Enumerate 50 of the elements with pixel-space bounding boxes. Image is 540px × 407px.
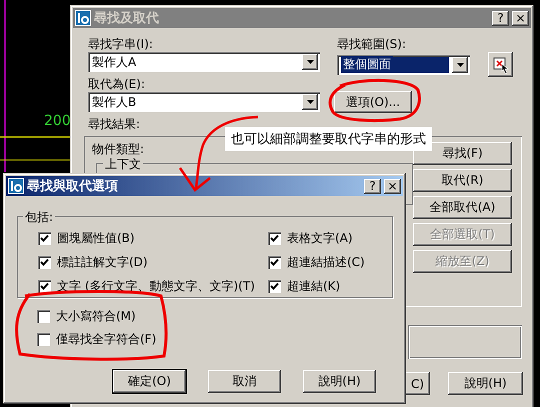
dropdown-button[interactable] — [302, 94, 318, 110]
field-label: 物件類型: — [92, 142, 144, 156]
replace-combo[interactable]: 製作人B — [88, 92, 320, 112]
dimension-text: 200 — [44, 113, 71, 129]
checkbox[interactable] — [268, 280, 281, 293]
dropdown-arrow-icon — [306, 60, 314, 64]
checkbox[interactable] — [37, 310, 50, 323]
checkbox-label[interactable]: 超連結描述(C) — [287, 254, 365, 271]
checkbox-label[interactable]: 標註註解文字(D) — [57, 254, 148, 271]
window-title: 尋找及取代 — [94, 10, 160, 27]
dropdown-arrow-icon — [306, 100, 314, 104]
checkbox-label[interactable]: 大小寫符合(M) — [56, 308, 136, 325]
checkbox[interactable] — [37, 333, 50, 346]
select-objects-button[interactable] — [488, 52, 513, 77]
dropdown-arrow-icon — [456, 62, 464, 66]
help-button[interactable]: ? — [364, 178, 381, 194]
checkbox-label[interactable]: 僅尋找全字符合(F) — [56, 331, 156, 348]
checkbox-label[interactable]: 表格文字(A) — [287, 230, 353, 247]
action-button[interactable]: 全部取代(A) — [413, 196, 512, 219]
annotation-note: 也可以細部調整要取代字串的形式 — [225, 127, 432, 151]
field-label: 取代為(E): — [88, 76, 146, 92]
dropdown-button[interactable] — [452, 56, 468, 72]
checkbox-label[interactable]: 超連結(K) — [287, 278, 340, 295]
field-label: 尋找範圍(S): — [337, 36, 408, 52]
checkbox-label[interactable]: 圖塊屬性值(B) — [57, 230, 135, 247]
close-button[interactable]: × — [512, 10, 529, 26]
checkbox[interactable] — [268, 232, 281, 245]
group-label: 包括: — [23, 209, 56, 226]
app-icon — [75, 10, 91, 26]
dialog-button[interactable]: 說明(H) — [303, 370, 376, 393]
checkbox[interactable] — [38, 232, 51, 245]
group-label: 上下文 — [103, 157, 143, 171]
help-button[interactable]: 說明(H) — [448, 372, 523, 395]
action-button[interactable]: 取代(R) — [413, 169, 512, 192]
checkbox[interactable] — [38, 280, 51, 293]
section-label: 尋找結果: — [88, 116, 142, 132]
find-combo[interactable]: 製作人A — [88, 52, 320, 72]
options-button[interactable]: 選項(O)... — [334, 91, 412, 113]
help-button[interactable]: ? — [492, 10, 509, 26]
dialog-button[interactable]: 取消 — [208, 370, 281, 393]
checkbox[interactable] — [268, 256, 281, 269]
close-button[interactable]: × — [384, 178, 401, 194]
dialog-button[interactable]: 確定(O) — [113, 370, 186, 393]
app-icon — [8, 178, 24, 194]
select-objects-icon — [492, 56, 508, 74]
dropdown-button[interactable] — [302, 54, 318, 70]
scope-combo[interactable]: 整個圖面 — [337, 54, 470, 74]
field-label: 尋找字串(I): — [88, 36, 154, 52]
window-title: 尋找與取代選項 — [27, 178, 119, 195]
checkbox[interactable] — [38, 256, 51, 269]
